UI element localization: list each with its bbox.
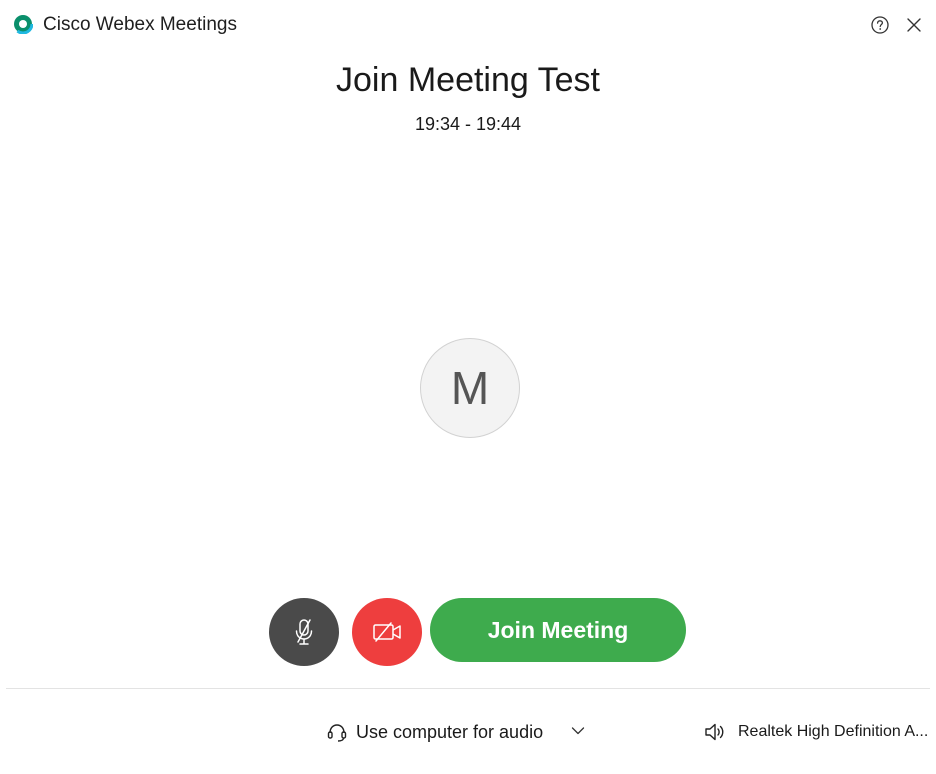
- microphone-muted-icon: [295, 619, 313, 645]
- video-off-icon: [373, 622, 401, 642]
- avatar: M: [420, 338, 520, 438]
- mute-button[interactable]: [269, 598, 339, 666]
- title-bar: Cisco Webex Meetings: [0, 0, 936, 48]
- audio-connection-label: Use computer for audio: [356, 722, 544, 742]
- speaker-icon: [705, 723, 724, 741]
- chevron-down-icon: [571, 727, 585, 735]
- speaker-device-label: Realtek High Definition A...: [738, 723, 929, 740]
- headset-icon: [327, 724, 347, 742]
- help-icon[interactable]: [869, 14, 891, 36]
- meeting-time: 19:34 - 19:44: [414, 114, 522, 134]
- join-meeting-button[interactable]: Join Meeting: [430, 598, 686, 662]
- close-icon[interactable]: [903, 14, 925, 36]
- avatar-initial: M: [450, 362, 490, 414]
- footer-divider: [6, 688, 930, 689]
- webex-logo-icon: [13, 14, 33, 34]
- video-toggle-button[interactable]: [352, 598, 422, 666]
- app-title: Cisco Webex Meetings: [43, 14, 237, 35]
- meeting-title: Join Meeting Test: [336, 61, 600, 99]
